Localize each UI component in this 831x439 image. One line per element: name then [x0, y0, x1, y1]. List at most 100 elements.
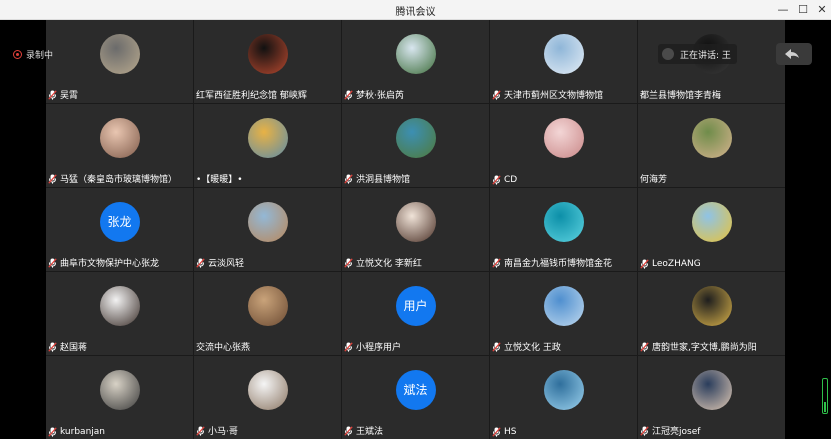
participant-nameplate: 南昌金九福钱币博物馆金花 — [492, 256, 612, 269]
participant-tile[interactable]: 马猛（秦皇岛市玻璃博物馆） — [46, 104, 193, 187]
mic-icon — [48, 89, 57, 100]
participant-tile[interactable]: 江冠亮josef — [638, 356, 785, 439]
participant-name: 小马·哥 — [208, 427, 238, 437]
participant-avatar — [691, 286, 732, 326]
participant-nameplate: 马猛（秦皇岛市玻璃博物馆） — [48, 172, 177, 185]
participant-nameplate: 云淡风轻 — [196, 256, 244, 269]
participant-tile[interactable]: 交流中心张燕 — [194, 272, 341, 355]
participant-nameplate: 立悦文化 李新红 — [344, 256, 422, 269]
participant-name: 都兰县博物馆李青梅 — [640, 91, 722, 101]
participant-nameplate: 小马·哥 — [196, 424, 238, 437]
record-icon — [13, 50, 22, 59]
participant-avatar — [99, 370, 140, 410]
participant-tile[interactable]: 梦秋·张启芮 — [342, 20, 489, 103]
participant-tile[interactable]: 何海芳 — [638, 104, 785, 187]
participant-tile[interactable]: 吴霄 — [46, 20, 193, 103]
participant-name: 何海芳 — [640, 175, 668, 185]
participant-avatar — [247, 370, 288, 410]
participant-name: 洪洞县博物馆 — [356, 175, 411, 185]
participant-avatar — [543, 34, 584, 74]
participant-nameplate: 江冠亮josef — [640, 424, 700, 437]
mic-icon — [492, 427, 501, 437]
participant-avatar: 斌法 — [395, 370, 436, 410]
participant-tile[interactable]: 洪洞县博物馆 — [342, 104, 489, 187]
participant-name: 曲阜市文物保护中心张龙 — [60, 259, 160, 269]
participant-tile[interactable]: 斌法王斌法 — [342, 356, 489, 439]
maximize-button[interactable]: ☐ — [794, 2, 812, 18]
participant-nameplate: 吴霄 — [48, 88, 78, 101]
participant-nameplate: 何海芳 — [640, 172, 667, 185]
recording-indicator[interactable]: 录制中 — [13, 48, 53, 61]
participant-nameplate: 红军西征胜利纪念馆 郁峡辉 — [196, 88, 307, 101]
participant-avatar — [395, 202, 436, 242]
participant-name: 梦秋·张启芮 — [356, 91, 404, 101]
participant-tile[interactable]: •【暖暖】• — [194, 104, 341, 187]
participant-nameplate: 洪洞县博物馆 — [344, 172, 410, 185]
participant-tile[interactable]: 小马·哥 — [194, 356, 341, 439]
participant-tile[interactable]: 用户小程序用户 — [342, 272, 489, 355]
participant-tile[interactable]: 云淡风轻 — [194, 188, 341, 271]
participant-name: 天津市蓟州区文物博物馆 — [504, 91, 604, 101]
participant-tile[interactable]: 南昌金九福钱币博物馆金花 — [490, 188, 637, 271]
participant-tile[interactable]: 红军西征胜利纪念馆 郁峡辉 — [194, 20, 341, 103]
participant-nameplate: 王斌法 — [344, 424, 383, 437]
participant-nameplate: 立悦文化 王政 — [492, 340, 561, 353]
participant-avatar: 用户 — [395, 286, 436, 326]
participant-nameplate: HS — [492, 427, 516, 437]
participant-tile[interactable]: LeoZHANG — [638, 188, 785, 271]
participant-tile[interactable]: 唐韵世家,字文博,鹏尚为阳 — [638, 272, 785, 355]
mic-icon — [196, 257, 205, 268]
participant-avatar — [99, 34, 140, 74]
participant-name: 江冠亮josef — [652, 427, 701, 437]
avatar-initials: 用户 — [403, 299, 428, 313]
avatar-initials: 张龙 — [107, 215, 132, 229]
mic-icon — [492, 341, 501, 352]
participant-tile[interactable]: CD — [490, 104, 637, 187]
close-button[interactable]: ✕ — [813, 2, 831, 18]
collapse-side-button[interactable] — [776, 43, 812, 65]
volume-meter — [822, 378, 828, 414]
left-margin — [0, 20, 46, 439]
participant-nameplate: 赵国蒋 — [48, 340, 87, 353]
speaker-avatar — [662, 48, 674, 60]
participant-tile[interactable]: 赵国蒋 — [46, 272, 193, 355]
participant-tile[interactable]: HS — [490, 356, 637, 439]
participant-avatar — [395, 118, 436, 158]
participant-nameplate: 梦秋·张启芮 — [344, 88, 404, 101]
mic-icon — [344, 341, 353, 352]
participant-tile[interactable]: 立悦文化 李新红 — [342, 188, 489, 271]
participant-avatar — [99, 286, 140, 326]
participant-name: 小程序用户 — [356, 343, 402, 353]
participant-tile[interactable]: 张龙曲阜市文物保护中心张龙 — [46, 188, 193, 271]
participant-grid: 吴霄 红军西征胜利纪念馆 郁峡辉 梦秋·张启芮 天津市蓟州区文物博物馆 都兰县博物馆李青… — [46, 20, 785, 439]
mic-icon — [640, 341, 649, 352]
participant-avatar — [691, 202, 732, 242]
mic-icon — [492, 257, 501, 268]
participant-avatar: 张龙 — [99, 202, 140, 242]
minimize-button[interactable]: — — [774, 2, 792, 18]
participant-name: LeoZHANG — [652, 259, 701, 269]
mic-icon — [344, 257, 353, 268]
participant-nameplate: kurbanjan — [48, 427, 105, 437]
participant-name: 南昌金九福钱币博物馆金花 — [504, 259, 613, 269]
participant-avatar — [691, 370, 732, 410]
participant-avatar — [247, 202, 288, 242]
participant-tile[interactable]: 天津市蓟州区文物博物馆 — [490, 20, 637, 103]
participant-name: 马猛（秦皇岛市玻璃博物馆） — [60, 175, 178, 185]
participant-tile[interactable]: 立悦文化 王政 — [490, 272, 637, 355]
participant-avatar — [543, 118, 584, 158]
participant-tile[interactable]: kurbanjan — [46, 356, 193, 439]
mic-icon — [492, 175, 501, 185]
back-arrow-icon — [785, 49, 799, 59]
mic-icon — [196, 425, 205, 436]
participant-nameplate: 都兰县博物馆李青梅 — [640, 88, 721, 101]
participant-avatar — [247, 34, 288, 74]
participant-name: 吴霄 — [60, 91, 79, 101]
mic-icon — [48, 427, 57, 437]
mic-icon — [48, 173, 57, 184]
participant-name: kurbanjan — [60, 427, 105, 437]
window-title: 腾讯会议 — [395, 7, 436, 18]
avatar-initials: 斌法 — [403, 383, 428, 397]
mic-icon — [344, 173, 353, 184]
right-margin — [785, 20, 831, 439]
